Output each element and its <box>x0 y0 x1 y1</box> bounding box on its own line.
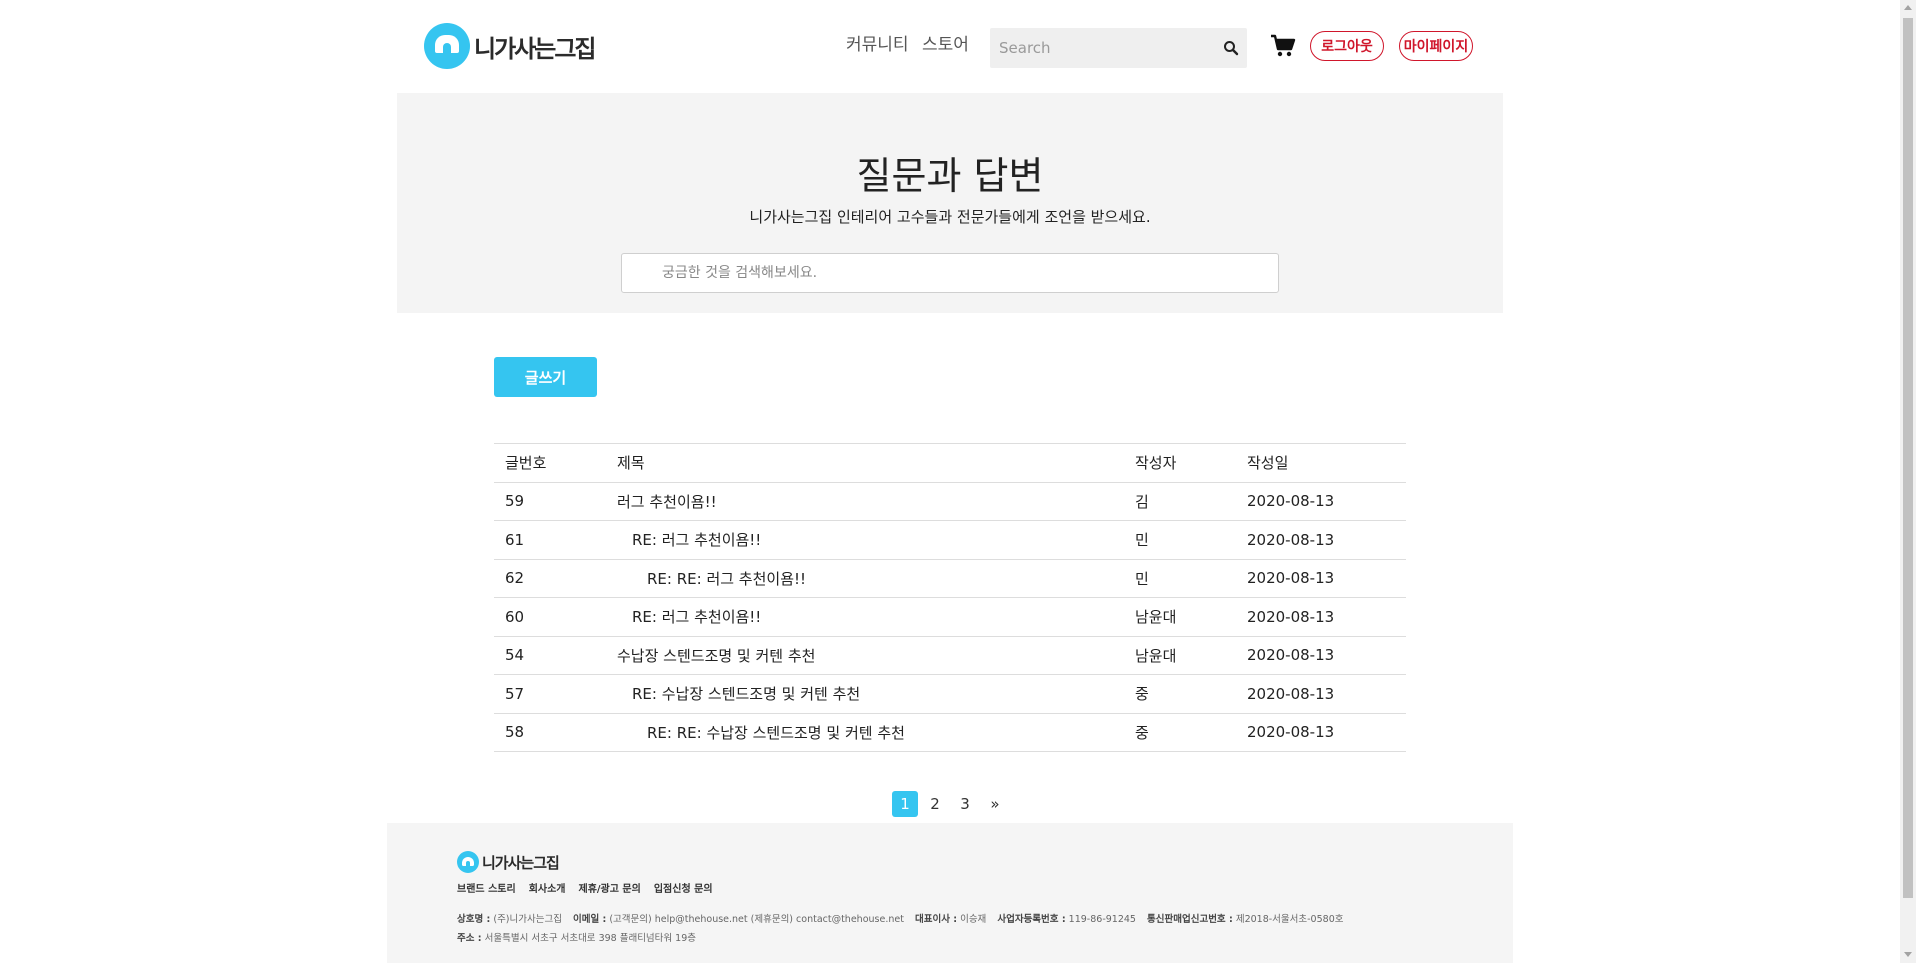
email-value: (고객문의) help@thehouse.net (제휴문의) contact@… <box>609 914 904 925</box>
company-label: 상호명 : <box>457 914 491 925</box>
telecom-value: 제2018-서울서초-0580호 <box>1235 914 1344 925</box>
scrollbar-thumb[interactable] <box>1903 18 1913 898</box>
page-scrollbar[interactable] <box>1900 0 1916 963</box>
telecom-label: 통신판매업신고번호 : <box>1147 914 1233 925</box>
address-value: 서울특별시 서초구 서초대로 398 플래티넘타워 19층 <box>484 933 697 944</box>
reply-title[interactable]: RE: 수납장 스텐드조명 및 커텐 추천 <box>617 685 860 703</box>
post-title-link[interactable]: 수납장 스텐드조명 및 커텐 추천 <box>606 635 1124 675</box>
post-number: 57 <box>494 674 606 713</box>
mypage-button[interactable]: 마이페이지 <box>1399 31 1473 61</box>
site-logo[interactable]: 니가사는그집 <box>424 22 596 70</box>
pagination: 1 2 3 » <box>892 791 1012 817</box>
site-footer: 니가사는그집 브랜드 스토리 회사소개 제휴/광고 문의 입점신청 문의 상호명… <box>387 823 1513 963</box>
ceo-label: 대표이사 : <box>914 914 958 925</box>
footer-logo-house-icon <box>457 851 479 873</box>
header-title: 제목 <box>606 443 1124 482</box>
logo-text: 니가사는그집 <box>474 34 596 63</box>
post-number: 61 <box>494 520 606 559</box>
post-number: 62 <box>494 558 606 598</box>
post-title-link[interactable]: RE: RE: 러그 추천이욤!! <box>606 558 1124 598</box>
post-title-link[interactable]: RE: RE: 수납장 스텐드조명 및 커텐 추천 <box>606 712 1124 752</box>
qna-hero: 질문과 답변 니가사는그집 인테리어 고수들과 전문가들에게 조언을 받으세요. <box>397 93 1503 313</box>
company-value: (주)니가사는그집 <box>493 914 562 925</box>
footer-links: 브랜드 스토리 회사소개 제휴/광고 문의 입점신청 문의 <box>457 880 726 895</box>
post-author: 중 <box>1124 712 1236 752</box>
reply-title[interactable]: RE: 러그 추천이욤!! <box>617 531 761 549</box>
next-page-button[interactable]: » <box>982 791 1008 817</box>
address-label: 주소 : <box>457 933 482 944</box>
post-number: 58 <box>494 712 606 752</box>
table-row[interactable]: 61 RE: 러그 추천이욤!! 민 2020-08-13 <box>494 520 1406 559</box>
table-row[interactable]: 57 RE: 수납장 스텐드조명 및 커텐 추천 중 2020-08-13 <box>494 674 1406 713</box>
qna-search-box <box>621 253 1279 293</box>
post-title-link[interactable]: RE: 러그 추천이욤!! <box>606 597 1124 636</box>
scroll-up-arrow-icon[interactable] <box>1904 5 1912 10</box>
post-date: 2020-08-13 <box>1236 635 1406 675</box>
page-3-button[interactable]: 3 <box>952 791 978 817</box>
write-post-button[interactable]: 글쓰기 <box>494 357 597 397</box>
header-post-number: 글번호 <box>494 443 606 482</box>
reply-title[interactable]: RE: 러그 추천이욤!! <box>617 608 761 626</box>
table-row[interactable]: 62 RE: RE: 러그 추천이욤!! 민 2020-08-13 <box>494 558 1406 598</box>
table-row[interactable]: 54 수납장 스텐드조명 및 커텐 추천 남윤대 2020-08-13 <box>494 635 1406 675</box>
post-author: 남윤대 <box>1124 635 1236 675</box>
footer-info-line-1: 상호명 : (주)니가사는그집 이메일 : (고객문의) help@thehou… <box>457 910 1343 929</box>
header-author: 작성자 <box>1124 443 1236 482</box>
nav-community-link[interactable]: 커뮤니티 <box>846 30 909 55</box>
page-title: 질문과 답변 <box>856 154 1044 198</box>
post-number: 54 <box>494 635 606 675</box>
page-subtitle: 니가사는그집 인테리어 고수들과 전문가들에게 조언을 받으세요. <box>749 208 1151 226</box>
qna-search-input[interactable] <box>622 254 1278 292</box>
qna-board-table: 글번호 제목 작성자 작성일 59 러그 추천이욤!! 김 2020-08-13… <box>494 443 1406 752</box>
logo-house-icon <box>424 23 470 69</box>
ceo-value: 이승재 <box>960 914 987 925</box>
post-author: 중 <box>1124 674 1236 713</box>
footer-link-company[interactable]: 회사소개 <box>529 880 566 895</box>
post-number: 59 <box>494 481 606 521</box>
search-icon[interactable] <box>1223 40 1239 56</box>
footer-logo-text: 니가사는그집 <box>482 853 560 872</box>
post-number: 60 <box>494 597 606 636</box>
reply-title[interactable]: RE: RE: 수납장 스텐드조명 및 커텐 추천 <box>617 724 905 742</box>
footer-link-brand-story[interactable]: 브랜드 스토리 <box>457 880 516 895</box>
table-row[interactable]: 58 RE: RE: 수납장 스텐드조명 및 커텐 추천 중 2020-08-1… <box>494 712 1406 752</box>
table-row[interactable]: 59 러그 추천이욤!! 김 2020-08-13 <box>494 481 1406 521</box>
post-title-link[interactable]: RE: 러그 추천이욤!! <box>606 520 1124 559</box>
post-author: 김 <box>1124 481 1236 521</box>
nav-store-link[interactable]: 스토어 <box>922 30 969 55</box>
footer-company-info: 상호명 : (주)니가사는그집 이메일 : (고객문의) help@thehou… <box>457 910 1343 948</box>
footer-logo[interactable]: 니가사는그집 <box>457 851 560 873</box>
logout-button[interactable]: 로그아웃 <box>1310 31 1384 61</box>
footer-link-seller-apply[interactable]: 입점신청 문의 <box>654 880 713 895</box>
post-date: 2020-08-13 <box>1236 597 1406 636</box>
scroll-down-arrow-icon[interactable] <box>1904 952 1912 957</box>
post-date: 2020-08-13 <box>1236 520 1406 559</box>
header-date: 작성일 <box>1236 443 1406 482</box>
table-header-row: 글번호 제목 작성자 작성일 <box>494 443 1406 482</box>
page-1-button[interactable]: 1 <box>892 791 918 817</box>
table-row[interactable]: 60 RE: 러그 추천이욤!! 남윤대 2020-08-13 <box>494 597 1406 636</box>
cart-icon[interactable] <box>1270 34 1296 58</box>
header-search-input[interactable] <box>990 28 1200 68</box>
post-author: 민 <box>1124 558 1236 598</box>
post-author: 민 <box>1124 520 1236 559</box>
bizno-label: 사업자등록번호 : <box>997 914 1066 925</box>
post-author: 남윤대 <box>1124 597 1236 636</box>
email-label: 이메일 : <box>572 914 607 925</box>
page-2-button[interactable]: 2 <box>922 791 948 817</box>
footer-info-line-2: 주소 : 서울특별시 서초구 서초대로 398 플래티넘타워 19층 <box>457 929 1343 948</box>
post-date: 2020-08-13 <box>1236 558 1406 598</box>
header-search <box>990 28 1247 68</box>
bizno-value: 119-86-91245 <box>1068 914 1136 925</box>
reply-title[interactable]: RE: RE: 러그 추천이욤!! <box>617 570 806 588</box>
post-title-link[interactable]: RE: 수납장 스텐드조명 및 커텐 추천 <box>606 674 1124 713</box>
footer-link-partnership[interactable]: 제휴/광고 문의 <box>579 880 641 895</box>
post-date: 2020-08-13 <box>1236 712 1406 752</box>
post-date: 2020-08-13 <box>1236 481 1406 521</box>
post-date: 2020-08-13 <box>1236 674 1406 713</box>
site-header: 니가사는그집 커뮤니티 스토어 로그아웃 마이페이지 <box>0 0 1900 92</box>
post-title-link[interactable]: 러그 추천이욤!! <box>606 481 1124 521</box>
